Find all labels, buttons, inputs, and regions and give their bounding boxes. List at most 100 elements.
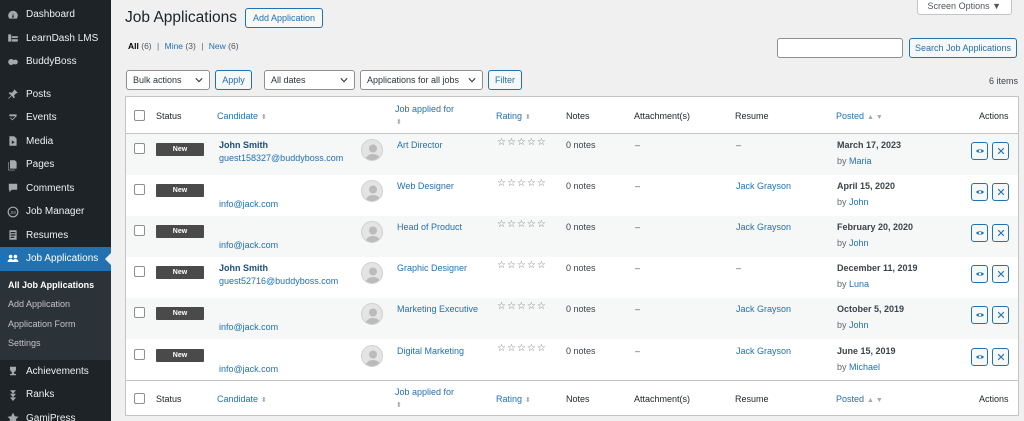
posted-by-user-link[interactable]: John xyxy=(849,320,869,330)
sidebar-item-media[interactable]: Media xyxy=(0,130,111,154)
sidebar-item-resumes[interactable]: Resumes xyxy=(0,224,111,248)
column-candidate[interactable]: Candidate ⬍ xyxy=(217,393,267,407)
column-rating[interactable]: Rating ⬍ xyxy=(496,393,531,407)
delete-button[interactable] xyxy=(992,142,1009,160)
items-count: 6 items xyxy=(988,76,1018,86)
column-job[interactable]: Job applied for ⬍ xyxy=(395,386,454,412)
job-link[interactable]: Web Designer xyxy=(397,180,454,192)
rating-stars[interactable]: ☆☆☆☆☆ xyxy=(497,301,547,312)
column-rating[interactable]: Rating ⬍ xyxy=(496,110,531,124)
candidate-email[interactable]: guest158327@buddyboss.com xyxy=(219,152,343,164)
delete-button[interactable] xyxy=(992,224,1009,243)
resume-link[interactable]: Jack Grayson xyxy=(736,345,791,357)
table-row[interactable]: New info@jack.com Digital Marketing ☆☆☆☆☆ 0 … xyxy=(126,340,1018,381)
select-all-checkbox[interactable] xyxy=(134,393,145,404)
rating-stars[interactable]: ☆☆☆☆☆ xyxy=(497,260,547,271)
submenu-item-settings[interactable]: Settings xyxy=(0,334,111,354)
candidate-email[interactable]: guest52716@buddyboss.com xyxy=(219,275,338,287)
sidebar-item-posts[interactable]: Posts xyxy=(0,83,111,107)
sidebar-item-dashboard[interactable]: Dashboard xyxy=(0,3,111,27)
filter-button[interactable]: Filter xyxy=(488,70,522,90)
delete-button[interactable] xyxy=(992,306,1009,325)
add-application-button[interactable]: Add Application xyxy=(245,8,324,28)
view-button[interactable] xyxy=(971,142,988,160)
submenu-item-application-form[interactable]: Application Form xyxy=(0,315,111,335)
page-title: Job Applications xyxy=(125,9,238,26)
rating-stars[interactable]: ☆☆☆☆☆ xyxy=(497,137,547,148)
posted-by-user-link[interactable]: John xyxy=(849,197,869,207)
job-link[interactable]: Digital Marketing xyxy=(397,345,464,357)
select-all-checkbox[interactable] xyxy=(134,110,145,121)
column-candidate[interactable]: Candidate ⬍ xyxy=(217,110,267,124)
sidebar-item-comments[interactable]: Comments xyxy=(0,177,111,201)
sidebar-item-label: Ranks xyxy=(26,389,55,401)
sidebar-item-learndash-lms[interactable]: LearnDash LMS xyxy=(0,27,111,51)
column-posted[interactable]: Posted ▲ ▼ xyxy=(836,393,883,407)
search-button[interactable]: Search Job Applications xyxy=(909,38,1017,58)
apply-button[interactable]: Apply xyxy=(215,70,252,90)
job-link[interactable]: Marketing Executive xyxy=(397,303,478,315)
posted-by-user-link[interactable]: Luna xyxy=(849,279,869,289)
table-row[interactable]: New John Smith guest52716@buddyboss.com Gra… xyxy=(126,257,1018,298)
view-button[interactable] xyxy=(971,306,988,325)
view-button[interactable] xyxy=(971,224,988,243)
job-link[interactable]: Graphic Designer xyxy=(397,262,467,274)
table-row[interactable]: New info@jack.com Marketing Executive ☆☆☆☆☆… xyxy=(126,298,1018,340)
view-button[interactable] xyxy=(971,347,988,366)
search-input[interactable] xyxy=(777,38,903,58)
row-checkbox[interactable] xyxy=(134,307,145,319)
rating-stars[interactable]: ☆☆☆☆☆ xyxy=(497,219,547,230)
delete-button[interactable] xyxy=(992,347,1009,366)
screen-options-button[interactable]: Screen Options ▼ xyxy=(916,0,1012,15)
dates-select[interactable]: All dates xyxy=(264,70,355,90)
candidate-name[interactable]: John Smith xyxy=(219,262,268,274)
posted-date: March 17, 2023 xyxy=(837,140,902,150)
sidebar-item-job-manager[interactable]: JM Job Manager xyxy=(0,200,111,224)
sidebar-item-ranks[interactable]: Ranks xyxy=(0,383,111,407)
posted-by-user-link[interactable]: John xyxy=(849,238,869,248)
view-button[interactable] xyxy=(971,265,988,284)
delete-button[interactable] xyxy=(992,265,1009,284)
view-button[interactable] xyxy=(971,183,988,202)
posted-by-user-link[interactable]: Maria xyxy=(849,156,872,166)
candidate-email[interactable]: info@jack.com xyxy=(219,363,278,375)
delete-button[interactable] xyxy=(992,183,1009,202)
bulk-actions-select[interactable]: Bulk actions xyxy=(126,70,210,90)
sidebar-item-achievements[interactable]: Achievements xyxy=(0,360,111,384)
table-row[interactable]: New John Smith guest158327@buddyboss.com Ar… xyxy=(126,134,1018,176)
posted-by-user-link[interactable]: Michael xyxy=(849,362,880,372)
candidate-email[interactable]: info@jack.com xyxy=(219,198,278,210)
row-checkbox[interactable] xyxy=(134,143,145,154)
candidate-email[interactable]: info@jack.com xyxy=(219,321,278,333)
row-checkbox[interactable] xyxy=(134,348,145,360)
job-link[interactable]: Head of Product xyxy=(397,221,462,233)
view-new-link[interactable]: New (6) xyxy=(209,41,239,51)
sidebar-item-events[interactable]: Events xyxy=(0,106,111,130)
table-row[interactable]: New info@jack.com Head of Product ☆☆☆☆☆ 0 no… xyxy=(126,216,1018,258)
sidebar-item-gamipress[interactable]: GamiPress xyxy=(0,407,111,421)
candidate-email[interactable]: info@jack.com xyxy=(219,239,278,251)
submenu-item-all-job-applications[interactable]: All Job Applications xyxy=(0,276,111,296)
table-row[interactable]: New info@jack.com Web Designer ☆☆☆☆☆ 0 notes… xyxy=(126,175,1018,216)
column-job[interactable]: Job applied for ⬍ xyxy=(395,103,454,129)
view-all-link[interactable]: All (6) xyxy=(128,41,152,51)
resume-link[interactable]: Jack Grayson xyxy=(736,303,791,315)
rating-stars[interactable]: ☆☆☆☆☆ xyxy=(497,343,547,354)
sidebar-item-job-applications[interactable]: Job Applications xyxy=(0,247,111,271)
row-checkbox[interactable] xyxy=(134,225,145,237)
sidebar-item-buddyboss[interactable]: BuddyBoss xyxy=(0,50,111,74)
jobs-select[interactable]: Applications for all jobs xyxy=(360,70,483,90)
candidate-name[interactable]: John Smith xyxy=(219,139,268,151)
row-checkbox[interactable] xyxy=(134,184,145,196)
column-posted[interactable]: Posted ▲ ▼ xyxy=(836,110,883,124)
view-mine-link[interactable]: Mine (3) xyxy=(165,41,196,51)
sidebar-item-pages[interactable]: Pages xyxy=(0,153,111,177)
close-icon xyxy=(997,353,1005,361)
row-checkbox[interactable] xyxy=(134,266,145,278)
resume-link[interactable]: Jack Grayson xyxy=(736,180,791,192)
submenu-item-add-application[interactable]: Add Application xyxy=(0,295,111,315)
resume-link[interactable]: Jack Grayson xyxy=(736,221,791,233)
job-link[interactable]: Art Director xyxy=(397,139,443,151)
rating-stars[interactable]: ☆☆☆☆☆ xyxy=(497,178,547,189)
column-notes: Notes xyxy=(566,111,590,121)
